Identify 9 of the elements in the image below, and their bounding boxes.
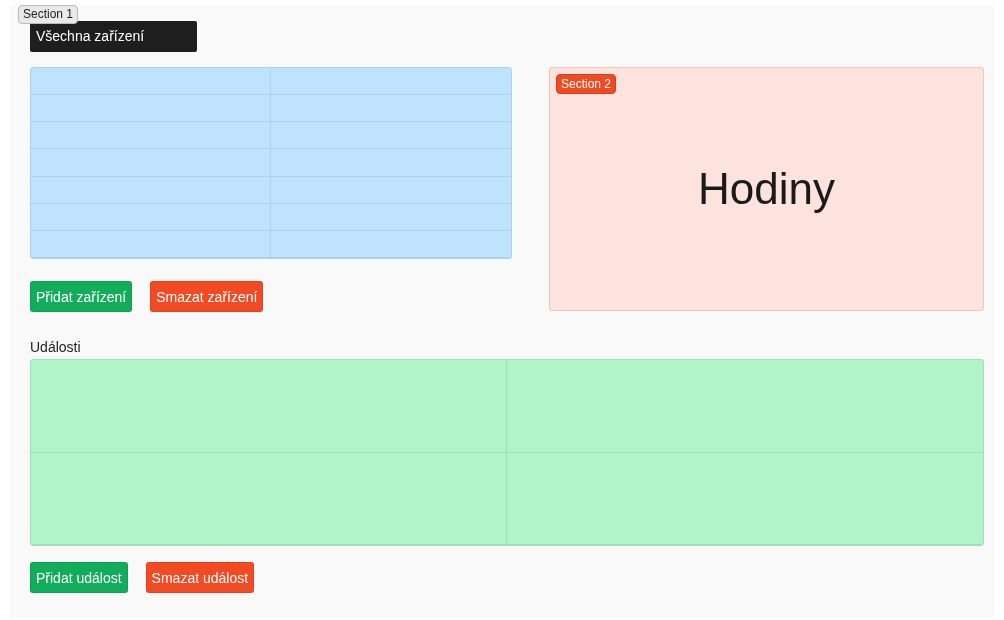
delete-button[interactable]: Smazat událost <box>145 562 255 593</box>
section-badge: Section 1 <box>18 5 79 24</box>
events-heading: Události <box>30 339 82 355</box>
section-badge: Section 2 <box>556 74 617 94</box>
add-button[interactable]: Přidat událost <box>30 562 128 593</box>
clock-title: Hodiny <box>698 164 835 214</box>
all-devices-button[interactable]: Všechna zařízení <box>30 21 197 52</box>
delete-button[interactable]: Smazat zařízení <box>150 281 264 312</box>
add-button[interactable]: Přidat zařízení <box>30 281 133 312</box>
